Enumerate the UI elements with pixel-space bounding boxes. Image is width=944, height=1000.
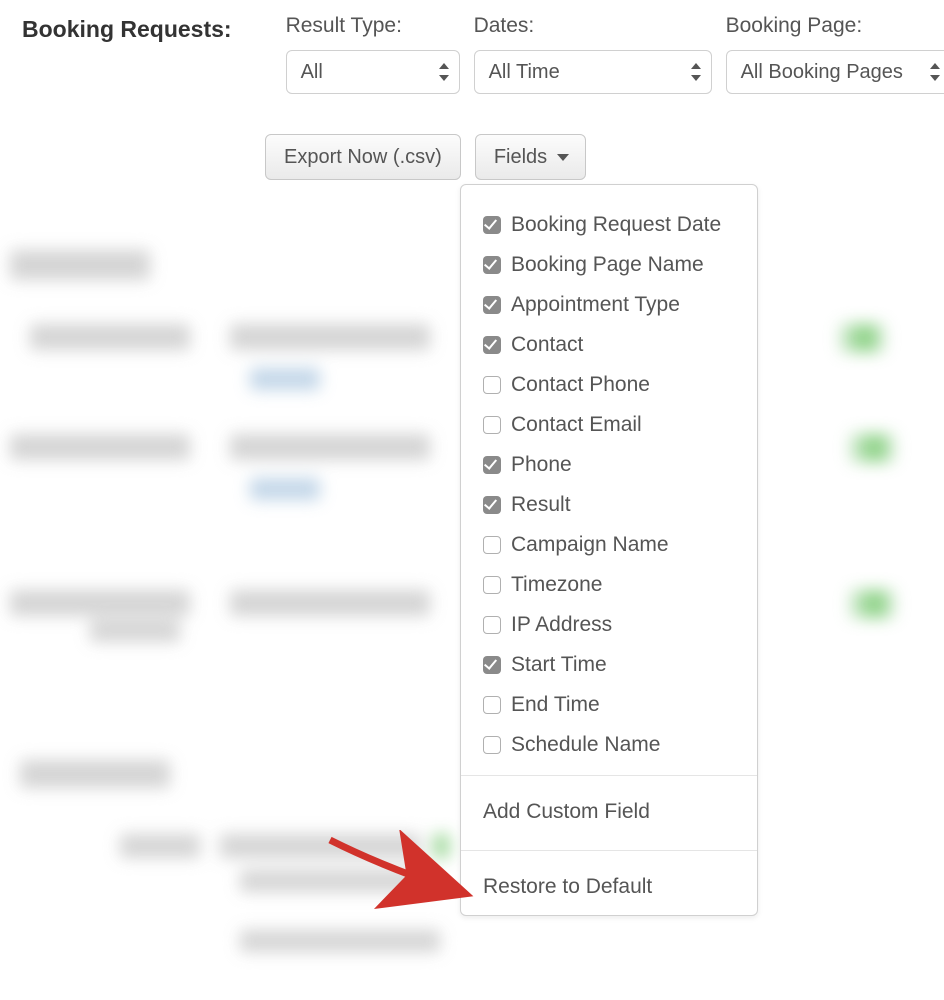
field-option[interactable]: Appointment Type xyxy=(461,285,757,325)
chevrons-icon xyxy=(439,63,449,81)
action-row: Export Now (.csv) Fields xyxy=(265,134,944,180)
field-option[interactable]: End Time xyxy=(461,685,757,725)
separator xyxy=(461,850,757,851)
checkbox-icon[interactable] xyxy=(483,416,501,434)
field-option-label: Phone xyxy=(511,453,572,477)
caret-down-icon xyxy=(557,154,569,161)
fields-button[interactable]: Fields xyxy=(475,134,586,180)
export-button[interactable]: Export Now (.csv) xyxy=(265,134,461,180)
chevrons-icon xyxy=(930,63,940,81)
page-title: Booking Requests: xyxy=(22,16,232,43)
field-option[interactable]: Booking Request Date xyxy=(461,205,757,245)
fields-dropdown: Booking Request Date Booking Page Name App… xyxy=(460,184,758,916)
select-dates[interactable]: All Time xyxy=(474,50,712,94)
field-option-label: Booking Page Name xyxy=(511,253,704,277)
field-option[interactable]: Result xyxy=(461,485,757,525)
chevrons-icon xyxy=(691,63,701,81)
field-option-label: Appointment Type xyxy=(511,293,680,317)
field-option[interactable]: Contact xyxy=(461,325,757,365)
field-option[interactable]: Phone xyxy=(461,445,757,485)
filter-booking-page: Booking Page: All Booking Pages xyxy=(726,14,944,94)
checkbox-icon[interactable] xyxy=(483,296,501,314)
field-option-label: Booking Request Date xyxy=(511,213,721,237)
checkbox-icon[interactable] xyxy=(483,616,501,634)
field-option-label: Contact xyxy=(511,333,583,357)
checkbox-icon[interactable] xyxy=(483,696,501,714)
filter-label: Booking Page: xyxy=(726,14,944,38)
select-value: All Time xyxy=(489,61,560,84)
field-option[interactable]: Contact Email xyxy=(461,405,757,445)
checkbox-icon[interactable] xyxy=(483,456,501,474)
separator xyxy=(461,775,757,776)
checkbox-icon[interactable] xyxy=(483,256,501,274)
select-value: All xyxy=(301,61,323,84)
field-option[interactable]: Contact Phone xyxy=(461,365,757,405)
field-option[interactable]: Campaign Name xyxy=(461,525,757,565)
field-option-label: Result xyxy=(511,493,571,517)
checkbox-icon[interactable] xyxy=(483,336,501,354)
field-option[interactable]: Schedule Name xyxy=(461,725,757,765)
checkbox-icon[interactable] xyxy=(483,576,501,594)
restore-default[interactable]: Restore to Default xyxy=(461,861,757,915)
select-booking-page[interactable]: All Booking Pages xyxy=(726,50,944,94)
checkbox-icon[interactable] xyxy=(483,216,501,234)
field-option-label: Contact Email xyxy=(511,413,642,437)
select-result-type[interactable]: All xyxy=(286,50,460,94)
field-option[interactable]: Start Time xyxy=(461,645,757,685)
field-option-label: IP Address xyxy=(511,613,612,637)
checkbox-icon[interactable] xyxy=(483,656,501,674)
filter-label: Dates: xyxy=(474,14,712,38)
field-option-label: End Time xyxy=(511,693,600,717)
field-option-label: Contact Phone xyxy=(511,373,650,397)
checkbox-icon[interactable] xyxy=(483,736,501,754)
filter-bar: Booking Requests: Result Type: All Dates… xyxy=(0,0,944,94)
field-option[interactable]: Booking Page Name xyxy=(461,245,757,285)
annotation-arrow xyxy=(320,830,480,920)
filter-result-type: Result Type: All xyxy=(286,14,460,94)
checkbox-icon[interactable] xyxy=(483,536,501,554)
filter-dates: Dates: All Time xyxy=(474,14,712,94)
field-option-label: Start Time xyxy=(511,653,607,677)
field-option-label: Timezone xyxy=(511,573,602,597)
field-option[interactable]: Timezone xyxy=(461,565,757,605)
field-option[interactable]: IP Address xyxy=(461,605,757,645)
filter-label: Result Type: xyxy=(286,14,460,38)
checkbox-icon[interactable] xyxy=(483,376,501,394)
button-label: Fields xyxy=(494,146,547,169)
field-option-label: Schedule Name xyxy=(511,733,660,757)
button-label: Export Now (.csv) xyxy=(284,146,442,169)
checkbox-icon[interactable] xyxy=(483,496,501,514)
field-option-label: Campaign Name xyxy=(511,533,669,557)
select-value: All Booking Pages xyxy=(741,61,903,84)
add-custom-field[interactable]: Add Custom Field xyxy=(461,786,757,840)
